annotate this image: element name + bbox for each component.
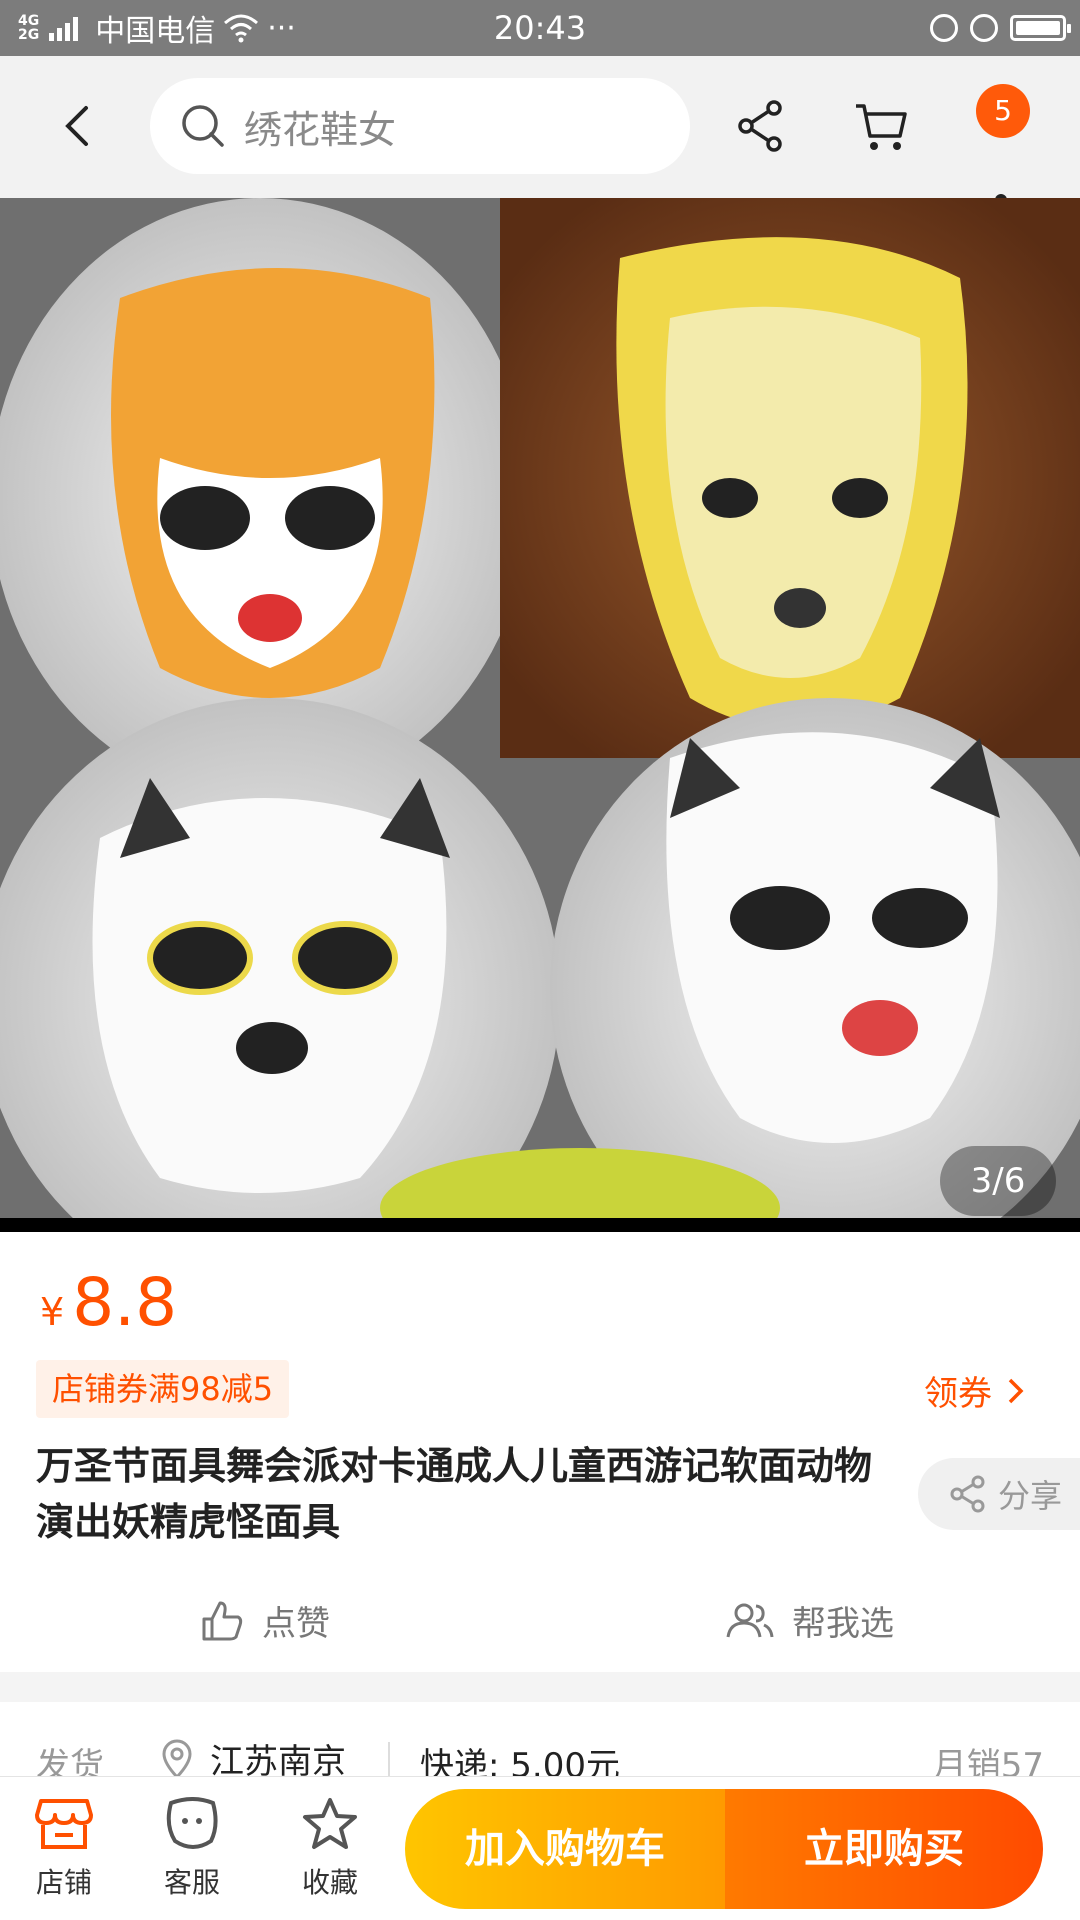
customer-service-tab[interactable]: 客服 (142, 1797, 242, 1901)
help-choose-label: 帮我选 (792, 1604, 894, 1644)
get-coupon-link[interactable]: 领券 (924, 1366, 1026, 1415)
location-pin-icon (162, 1739, 192, 1779)
gallery-bottom-divider (0, 1218, 1080, 1232)
image-counter: 3/6 (940, 1146, 1056, 1216)
search-bar[interactable]: 绣花鞋女 (150, 78, 690, 174)
price-value: 8.8 (72, 1264, 178, 1341)
search-icon (182, 105, 224, 147)
star-icon (303, 1798, 357, 1849)
product-info: ¥ 8.8 店铺券满98减5 领券 万圣节面具舞会派对卡通成人儿童西游记软面动物… (0, 1232, 1080, 1672)
thumbs-up-icon (202, 1601, 243, 1640)
status-bar: 4G 2G 中国电信 ··· 20:43 (0, 0, 1080, 56)
price: ¥ 8.8 (40, 1264, 177, 1341)
currency-symbol: ¥ (40, 1290, 65, 1334)
headset-icon (930, 14, 958, 42)
more-menu-badge[interactable]: 5 (976, 84, 1030, 138)
chevron-right-icon (1008, 1378, 1024, 1403)
shop-tab[interactable]: 店铺 (14, 1797, 114, 1901)
service-face-icon (166, 1797, 218, 1849)
shop-label: 店铺 (35, 1866, 92, 1899)
divider (388, 1742, 390, 1776)
favorite-label: 收藏 (301, 1866, 358, 1899)
friends-icon (726, 1603, 774, 1637)
shop-coupon-tag: 店铺券满98减5 (36, 1360, 290, 1418)
share-button[interactable]: 分享 (918, 1458, 1080, 1530)
share-icon[interactable] (732, 96, 792, 156)
like-button[interactable]: 点赞 (200, 1596, 330, 1645)
clock: 20:43 (493, 9, 587, 47)
add-to-cart-button[interactable]: 加入购物车 (405, 1789, 725, 1909)
battery-icon (1010, 15, 1071, 41)
bottom-action-bar: 店铺 客服 收藏 加入购物车 立即购买 (0, 1776, 1080, 1920)
share-label: 分享 (998, 1477, 1063, 1515)
service-label: 客服 (163, 1866, 220, 1899)
buy-now-button[interactable]: 立即购买 (725, 1789, 1043, 1909)
favorite-tab[interactable]: 收藏 (280, 1797, 380, 1901)
masks-photo (0, 198, 1080, 1218)
status-right (930, 0, 1071, 56)
store-icon (35, 1799, 93, 1849)
cart-icon[interactable] (852, 96, 912, 156)
share-icon (950, 1475, 985, 1513)
alarm-icon (970, 14, 998, 42)
shipping-row[interactable]: 发货 江苏南京 快递: 5.00元 月销57 (0, 1702, 1080, 1786)
search-placeholder: 绣花鞋女 (244, 107, 397, 152)
like-label: 点赞 (262, 1604, 330, 1644)
back-arrow-icon[interactable] (56, 104, 100, 148)
product-image-gallery[interactable] (0, 198, 1080, 1218)
product-title: 万圣节面具舞会派对卡通成人儿童西游记软面动物演出妖精虎怪面具 (36, 1444, 873, 1544)
get-coupon-label: 领券 (924, 1374, 992, 1414)
top-nav-bar: 绣花鞋女 5 (0, 56, 1080, 206)
help-choose-button[interactable]: 帮我选 (726, 1596, 894, 1645)
